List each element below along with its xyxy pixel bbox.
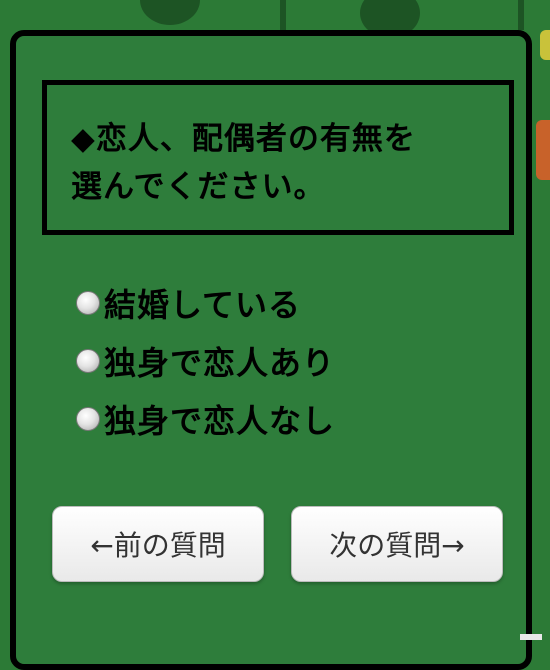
previous-question-button[interactable]: ←前の質問 xyxy=(52,506,264,582)
question-box: ◆恋人、配偶者の有無を 選んでください。 xyxy=(42,80,514,235)
radio-button[interactable] xyxy=(76,349,100,373)
answer-options: 結婚している 独身で恋人あり 独身で恋人なし xyxy=(76,274,335,448)
option-label: 結婚している xyxy=(104,286,302,324)
question-text: ◆恋人、配偶者の有無を 選んでください。 xyxy=(71,115,485,211)
option-single-no-partner[interactable]: 独身で恋人なし xyxy=(76,390,335,448)
option-married[interactable]: 結婚している xyxy=(76,274,335,332)
option-label: 独身で恋人なし xyxy=(104,402,336,440)
radio-button[interactable] xyxy=(76,291,100,315)
question-panel: ◆恋人、配偶者の有無を 選んでください。 結婚している 独身で恋人あり 独身で恋… xyxy=(10,30,532,670)
option-single-with-partner[interactable]: 独身で恋人あり xyxy=(76,332,335,390)
question-line-1: ◆恋人、配偶者の有無を xyxy=(71,121,416,157)
decor-edge xyxy=(540,30,550,60)
question-line-2: 選んでください。 xyxy=(71,169,326,205)
option-label: 独身で恋人あり xyxy=(104,344,336,382)
next-question-button[interactable]: 次の質問→ xyxy=(291,506,503,582)
scroll-corner xyxy=(520,634,542,640)
decor-line xyxy=(518,0,524,30)
decor-circle xyxy=(140,0,200,25)
decor-edge xyxy=(536,120,550,180)
decor-line xyxy=(280,0,286,30)
radio-button[interactable] xyxy=(76,407,100,431)
